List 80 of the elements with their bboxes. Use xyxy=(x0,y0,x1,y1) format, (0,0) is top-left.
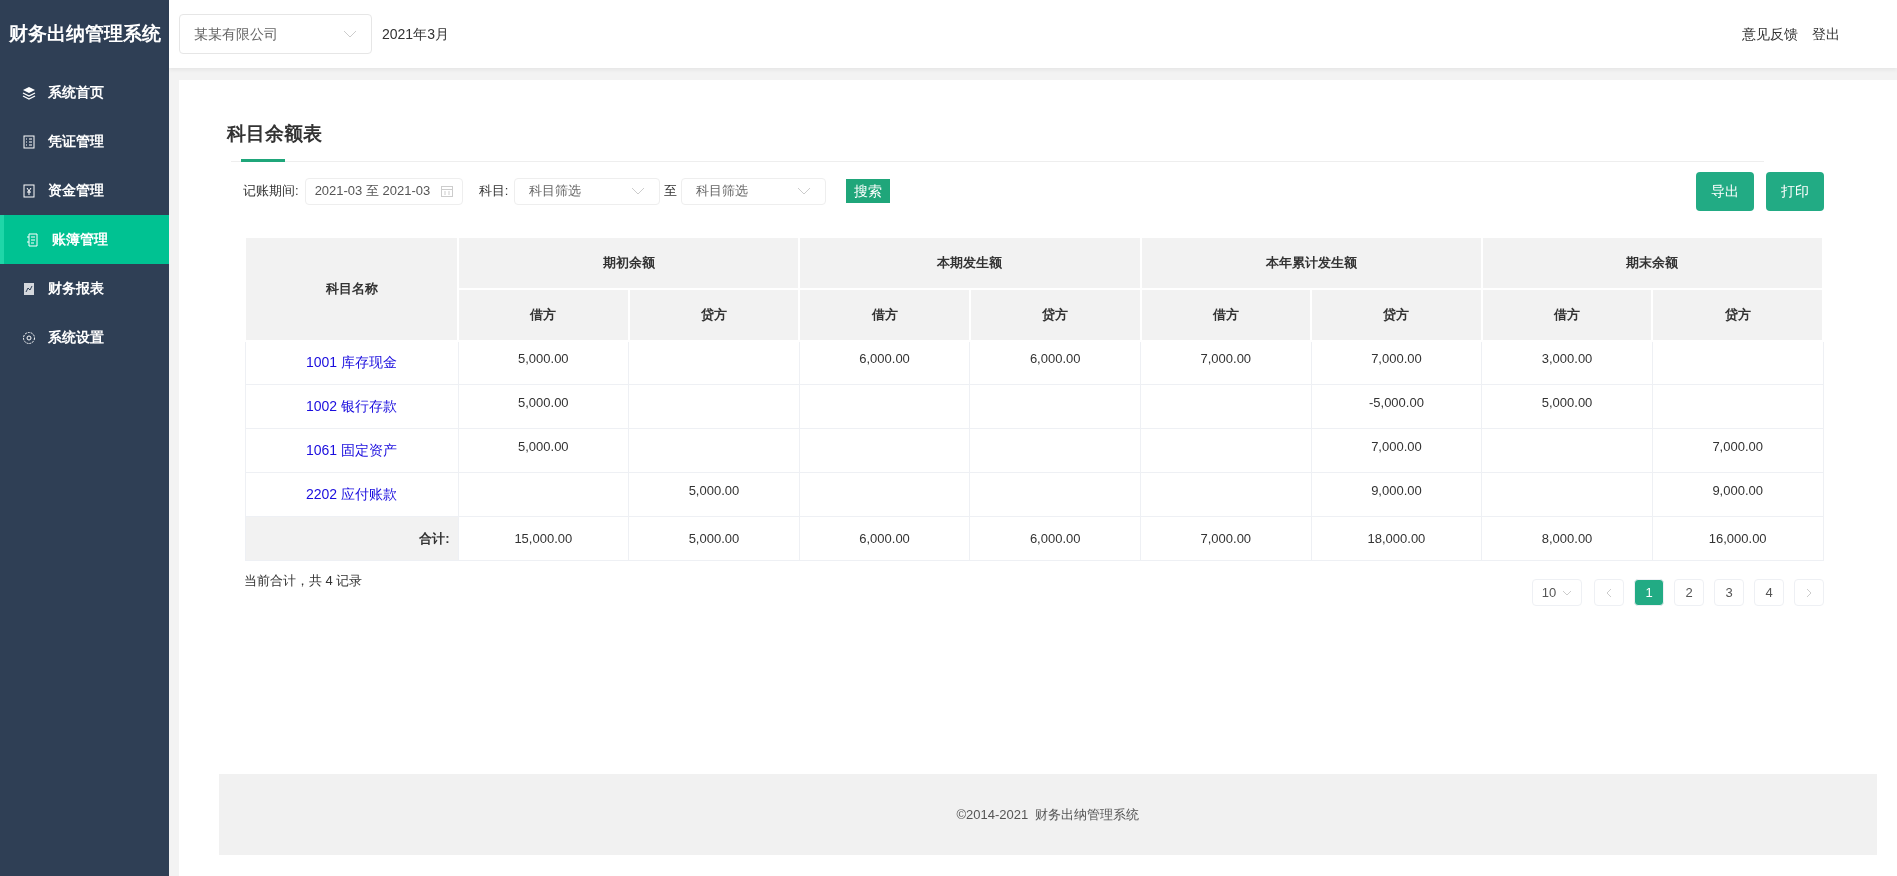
chevron-right-icon xyxy=(1806,587,1812,598)
period-range-field[interactable]: 2021-03 至 2021-03 xyxy=(304,177,463,205)
account-link[interactable]: 2202 应付账款 xyxy=(305,486,397,502)
table-cell: 7,000.00 xyxy=(1311,428,1482,473)
nav-item[interactable]: 财务报表 xyxy=(0,264,169,313)
column-header: 贷方 xyxy=(1652,288,1823,341)
page-button[interactable]: 4 xyxy=(1754,579,1784,606)
column-header: 借方 xyxy=(799,288,970,341)
total-label: 合计: xyxy=(245,516,458,561)
period-label: 记账期间: xyxy=(243,182,299,201)
title-underline xyxy=(241,158,285,162)
next-page-button[interactable] xyxy=(1794,579,1824,606)
nav-item[interactable]: 系统首页 xyxy=(0,68,169,117)
to-label: 至 xyxy=(664,182,678,201)
nav-item[interactable]: 系统设置 xyxy=(0,313,169,362)
yen-document-icon xyxy=(22,183,36,198)
header-link[interactable]: 意见反馈 xyxy=(1742,23,1798,45)
table-cell: 7,000.00 xyxy=(1140,340,1312,385)
column-header: 贷方 xyxy=(1311,288,1482,341)
total-cell: 5,000.00 xyxy=(628,516,800,561)
header-link[interactable]: 登出 xyxy=(1812,23,1840,45)
list-icon xyxy=(22,134,36,149)
layers-icon xyxy=(22,85,36,100)
table-cell: 9,000.00 xyxy=(1652,472,1823,517)
table-cell: 5,000.00 xyxy=(458,340,629,385)
column-header: 借方 xyxy=(1140,288,1312,341)
subject-from-select[interactable]: 科目筛选 xyxy=(514,177,661,205)
table-cell: 6,000.00 xyxy=(969,340,1141,385)
app-title: 财务出纳管理系统 xyxy=(7,21,162,46)
total-cell: 8,000.00 xyxy=(1481,516,1653,561)
column-header: 贷方 xyxy=(628,288,800,341)
account-link[interactable]: 1061 固定资产 xyxy=(305,442,397,458)
column-group-header: 期初余额 xyxy=(458,236,800,289)
table-cell: 5,000.00 xyxy=(1481,384,1653,429)
calendar-icon xyxy=(440,185,453,197)
book-icon xyxy=(26,232,40,247)
copyright-text: ©2014-2021 财务出纳管理系统 xyxy=(956,805,1140,824)
chevron-left-icon xyxy=(1606,587,1612,598)
subject-label: 科目: xyxy=(478,182,509,201)
account-link[interactable]: 1002 银行存款 xyxy=(305,398,397,414)
table-cell: 5,000.00 xyxy=(628,472,800,517)
company-select[interactable]: 某某有限公司 xyxy=(179,14,372,54)
column-header: 贷方 xyxy=(969,288,1141,341)
settings-icon xyxy=(22,330,36,345)
chart-icon xyxy=(22,281,36,296)
column-group-header: 本期发生额 xyxy=(799,236,1141,289)
page-button[interactable]: 2 xyxy=(1674,579,1704,606)
table-cell: 5,000.00 xyxy=(458,428,629,473)
table-cell: 5,000.00 xyxy=(458,384,629,429)
subject-to-select[interactable]: 科目筛选 xyxy=(681,177,827,205)
total-cell: 6,000.00 xyxy=(969,516,1141,561)
nav-item[interactable]: 凭证管理 xyxy=(0,117,169,166)
chevron-down-icon xyxy=(1562,589,1573,596)
page-title: 科目余额表 xyxy=(227,122,323,146)
table-cell: 9,000.00 xyxy=(1311,472,1482,517)
total-cell: 6,000.00 xyxy=(799,516,970,561)
previous-page-button[interactable] xyxy=(1594,579,1624,606)
table-cell: 7,000.00 xyxy=(1311,340,1482,385)
column-header: 科目名称 xyxy=(245,236,458,341)
total-cell: 7,000.00 xyxy=(1140,516,1312,561)
column-group-header: 本年累计发生额 xyxy=(1140,236,1482,289)
total-cell: 15,000.00 xyxy=(458,516,629,561)
chevron-down-icon xyxy=(797,187,812,195)
column-header: 借方 xyxy=(458,288,629,341)
total-cell: 18,000.00 xyxy=(1311,516,1482,561)
page-button[interactable]: 3 xyxy=(1714,579,1744,606)
column-group-header: 期末余额 xyxy=(1481,236,1823,289)
chevron-down-icon xyxy=(343,30,357,38)
page-size-select[interactable]: 10 xyxy=(1532,579,1582,606)
total-cell: 16,000.00 xyxy=(1652,516,1823,561)
table-cell: -5,000.00 xyxy=(1311,384,1482,429)
record-summary: 当前合计，共 4 记录 xyxy=(244,572,363,590)
table-cell: 7,000.00 xyxy=(1652,428,1823,473)
chevron-down-icon xyxy=(631,187,646,195)
account-link[interactable]: 1001 库存现金 xyxy=(305,354,397,371)
period-text: 2021年3月 xyxy=(382,24,449,44)
table-cell: 6,000.00 xyxy=(799,340,970,385)
table-cell: 3,000.00 xyxy=(1481,340,1653,385)
nav-item[interactable]: 资金管理 xyxy=(0,166,169,215)
column-header: 借方 xyxy=(1481,288,1653,341)
